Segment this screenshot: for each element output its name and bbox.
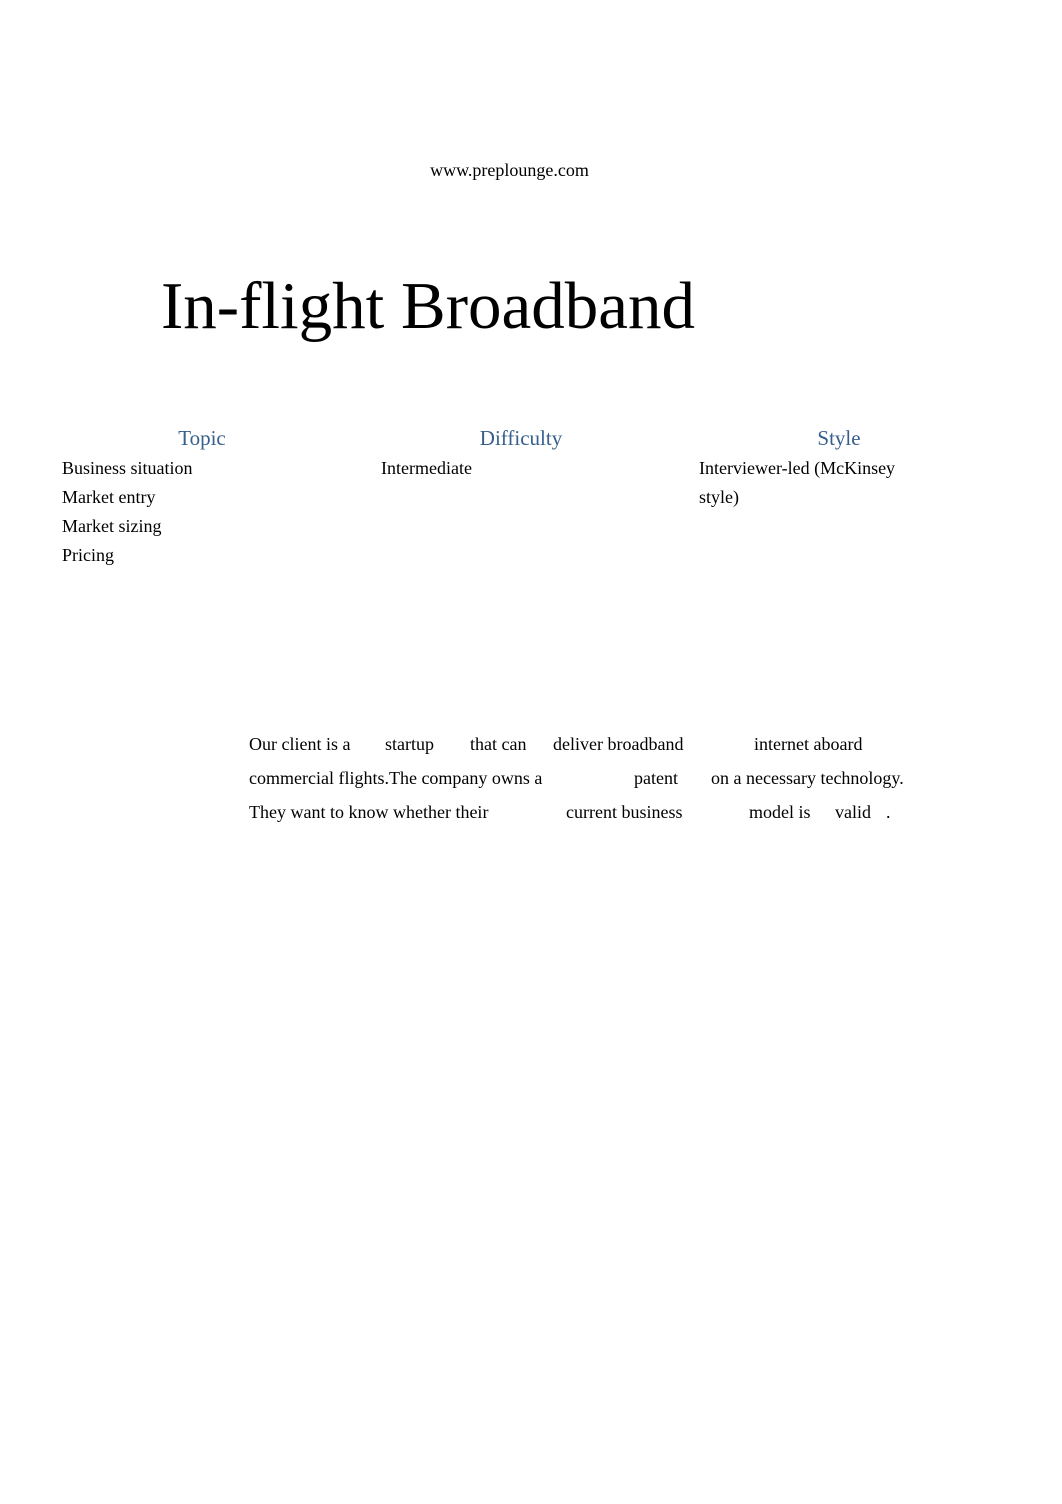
difficulty-column: Difficulty Intermediate	[381, 424, 661, 483]
intro-line: commercial flights.The company owns a pa…	[249, 761, 929, 795]
style-column: Style Interviewer-led (McKinsey style)	[699, 424, 979, 512]
intro-segment: that can	[470, 734, 527, 754]
intro-segment: model is	[749, 802, 811, 822]
case-intro-paragraph: Our client is a startup that can deliver…	[249, 727, 929, 829]
intro-segment: Our client is a	[249, 734, 351, 754]
intro-segment: patent	[634, 768, 678, 788]
difficulty-item: Intermediate	[381, 458, 472, 478]
intro-segment: deliver broadband	[553, 734, 684, 754]
intro-segment: internet aboard	[754, 734, 863, 754]
style-heading: Style	[817, 426, 861, 450]
topic-item: Business situation	[62, 458, 193, 478]
intro-line: They want to know whether their current …	[249, 795, 929, 829]
style-list: Interviewer-led (McKinsey style)	[699, 454, 919, 512]
intro-segment: on a necessary technology.	[711, 768, 904, 788]
topic-column: Topic Business situation Market entry Ma…	[62, 424, 342, 570]
intro-line: Our client is a startup that can deliver…	[249, 727, 929, 761]
site-url: www.preplounge.com	[430, 160, 589, 180]
topic-heading: Topic	[178, 426, 226, 450]
topic-item: Pricing	[62, 545, 114, 565]
style-item-line: Interviewer-led (McKinsey	[699, 458, 896, 478]
topic-item: Market sizing	[62, 516, 162, 536]
topic-list: Business situation Market entry Market s…	[62, 454, 342, 570]
topic-item: Market entry	[62, 487, 156, 507]
intro-segment: .	[886, 802, 891, 822]
difficulty-heading: Difficulty	[479, 426, 563, 450]
intro-segment: current business	[566, 802, 683, 822]
intro-segment: valid	[835, 802, 871, 822]
intro-segment: commercial flights.The company owns a	[249, 768, 543, 788]
style-item-line: style)	[699, 487, 739, 507]
intro-segment: They want to know whether their	[249, 802, 489, 822]
intro-segment: startup	[385, 734, 434, 754]
difficulty-list: Intermediate	[381, 454, 661, 483]
document-title: In-flight Broadband	[161, 269, 696, 343]
